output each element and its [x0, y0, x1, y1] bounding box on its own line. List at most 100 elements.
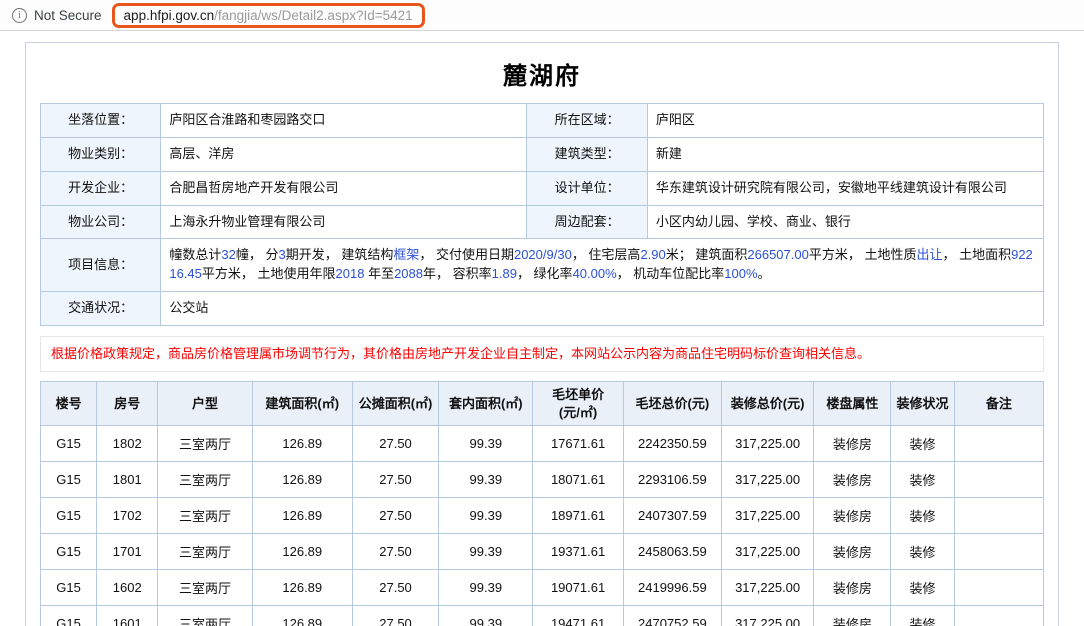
column-header: 毛坯单价 (元/㎡) [532, 381, 624, 427]
info-row: 项目信息： 幢数总计32幢， 分3期开发， 建筑结构框架， 交付使用日期2020/… [39, 238, 1044, 293]
info-value-text: 期开发， 建筑结构 [285, 247, 394, 263]
table-cell [953, 605, 1045, 626]
info-value-text: ， 土地面积 [942, 247, 1012, 263]
table-cell: 126.89 [251, 461, 353, 499]
info-value-text: 年， 容积率 [423, 266, 492, 282]
info-row: 交通状况： 公交站 [39, 291, 1044, 326]
info-value-text: ， 交付使用日期 [419, 247, 514, 263]
info-table-body: 坐落位置： 庐阳区合淮路和枣园路交口 所在区域： 庐阳区 物业类别： 高层、洋房 建筑类型：… [39, 103, 1045, 326]
table-cell: 99.39 [438, 425, 534, 463]
table-row: G15 1602 三室两厅 126.89 27.50 99.39 19071.61 24199… [39, 569, 1045, 607]
table-cell: 317,225.00 [720, 605, 815, 626]
info-label: 所在区域： [526, 103, 648, 138]
column-header: 公摊面积(㎡) [351, 381, 440, 427]
info-value-highlight: 2088 [394, 266, 423, 282]
table-cell: 27.50 [351, 533, 440, 571]
table-cell: 三室两厅 [157, 569, 253, 607]
table-cell [953, 569, 1045, 607]
table-cell: 27.50 [351, 497, 440, 535]
info-label: 周边配套： [526, 204, 648, 240]
table-cell: 2470752.59 [622, 605, 722, 626]
price-table-body: G15 1802 三室两厅 126.89 27.50 99.39 17671.61 22423… [39, 425, 1045, 626]
table-cell: 99.39 [438, 569, 534, 607]
table-cell: 19071.61 [532, 569, 624, 607]
info-icon[interactable]: i [12, 7, 27, 23]
info-row: 开发企业： 合肥昌哲房地产开发有限公司 设计单位： 华东建筑设计研究院有限公司，安徽地… [39, 170, 1045, 206]
table-cell: 装修房 [813, 569, 892, 607]
info-value-text: 平方米， 土地性质 [808, 247, 917, 263]
table-row: G15 1701 三室两厅 126.89 27.50 99.39 19371.61 24580… [39, 533, 1045, 571]
page-content: 麓湖府 坐落位置： 庐阳区合淮路和枣园路交口 所在区域： 庐阳区 物业类别： 高层、洋房建… [25, 42, 1059, 626]
column-header: 楼盘属性 [813, 381, 892, 427]
info-value-highlight: 出让 [916, 247, 943, 263]
table-cell: 三室两厅 [157, 497, 253, 535]
column-header: 装修状况 [890, 381, 955, 427]
info-value-text: 幢数总计 [169, 247, 222, 263]
info-label: 开发企业： [39, 170, 162, 206]
table-cell: G15 [39, 497, 98, 535]
table-row: G15 1601 三室两厅 126.89 27.50 99.39 19471.61 24707… [39, 605, 1045, 626]
info-value-highlight: 3 [278, 247, 286, 263]
table-cell: 三室两厅 [157, 533, 253, 571]
page-title: 麓湖府 [503, 63, 581, 90]
browser-address-bar[interactable]: i Not Secure app.hfpi.gov.cn/fangjia/ws/… [0, 0, 1084, 31]
info-value-highlight: 1.89 [491, 266, 517, 282]
column-header: 装修总价(元) [720, 381, 815, 427]
info-value: 小区内幼儿园、学校、商业、银行 [646, 204, 1045, 240]
table-cell: 27.50 [351, 425, 440, 463]
table-cell: 126.89 [251, 605, 353, 626]
column-header: 毛坯总价(元) [622, 381, 722, 427]
info-value: 庐阳区合淮路和枣园路交口 [160, 103, 528, 138]
info-value-text: ， 机动车位配比率 [616, 266, 725, 282]
table-cell: 317,225.00 [720, 497, 815, 535]
info-label: 物业公司： [39, 204, 162, 240]
table-cell: 19471.61 [532, 605, 624, 626]
info-value-text: 。 [757, 266, 771, 282]
info-value-highlight: 2020/9/30 [513, 247, 572, 263]
table-row: G15 1802 三室两厅 126.89 27.50 99.39 17671.61 22423… [39, 425, 1045, 463]
table-cell: 三室两厅 [157, 425, 253, 463]
table-cell: 1601 [96, 605, 159, 626]
info-value-highlight: 32 [221, 247, 236, 263]
table-cell: 19371.61 [532, 533, 624, 571]
table-cell: 126.89 [251, 533, 353, 571]
table-cell: 装修 [890, 533, 955, 571]
url-text[interactable]: app.hfpi.gov.cn/fangjia/ws/Detail2.aspx?… [124, 8, 413, 23]
table-cell [953, 533, 1045, 571]
info-label: 项目信息： [39, 238, 162, 293]
info-label: 物业类别： [39, 136, 162, 172]
price-table: 楼号 房号 户型 建筑面积(㎡) 公摊面积(㎡) 套内面积(㎡) 毛坯单价 (元/㎡) 毛坯总… [39, 381, 1045, 626]
info-label: 建筑类型： [526, 136, 648, 172]
security-label[interactable]: Not Secure [34, 8, 102, 23]
url-path[interactable]: /fangjia/ws/Detail2.aspx?Id=5421 [214, 8, 413, 23]
info-value: 高层、洋房 [160, 136, 528, 172]
info-value-text: 幢， 分 [235, 247, 279, 263]
table-cell: 装修 [890, 497, 955, 535]
price-table-header-row: 楼号 房号 户型 建筑面积(㎡) 公摊面积(㎡) 套内面积(㎡) 毛坯单价 (元/㎡) 毛坯总… [39, 381, 1045, 427]
info-label: 交通状况： [39, 291, 162, 326]
table-cell: 2419996.59 [622, 569, 722, 607]
table-cell: 装修房 [813, 461, 892, 499]
table-cell: 装修房 [813, 605, 892, 626]
info-label: 设计单位： [526, 170, 648, 206]
table-cell: 317,225.00 [720, 461, 815, 499]
project-info-table: 坐落位置： 庐阳区合淮路和枣园路交口 所在区域： 庐阳区 物业类别： 高层、洋房 建筑类型：… [39, 103, 1045, 326]
table-cell: 99.39 [438, 533, 534, 571]
info-value-text: ， 住宅层高 [571, 247, 641, 263]
table-cell: 126.89 [251, 425, 353, 463]
column-header: 楼号 [39, 381, 98, 427]
table-cell: 18071.61 [532, 461, 624, 499]
column-header: 户型 [157, 381, 253, 427]
table-cell: 三室两厅 [157, 605, 253, 626]
info-value-highlight: 100% [724, 266, 758, 282]
info-value: 合肥昌哲房地产开发有限公司 [160, 170, 528, 206]
table-cell [953, 425, 1045, 463]
url-host[interactable]: app.hfpi.gov.cn [124, 8, 215, 23]
table-cell: 1701 [96, 533, 159, 571]
table-cell: G15 [39, 533, 98, 571]
table-cell: 317,225.00 [720, 569, 815, 607]
info-value-text: 米； 建筑面积 [665, 247, 748, 263]
table-cell: 三室两厅 [157, 461, 253, 499]
table-row: G15 1801 三室两厅 126.89 27.50 99.39 18071.61 22931… [39, 461, 1045, 499]
info-value-highlight: 2.90 [640, 247, 666, 263]
